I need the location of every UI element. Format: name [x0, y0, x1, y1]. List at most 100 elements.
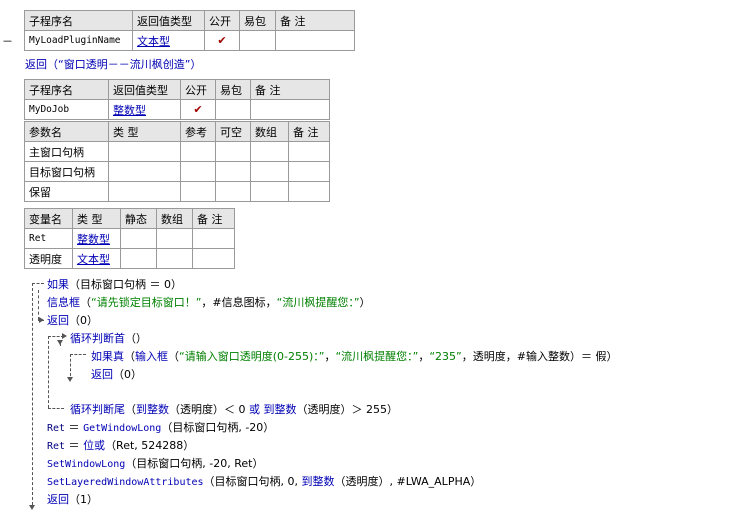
code-line-setwindowlong[interactable]: SetWindowLong（目标窗口句柄, -20, Ret） [47, 455, 263, 471]
collapse-marker[interactable]: － [2, 33, 13, 49]
function-name: 到整数 [263, 403, 297, 416]
keyword-if: 如果 [47, 278, 69, 291]
return-type-cell[interactable]: 整数型 [108, 99, 181, 120]
code-line-if-true[interactable]: 如果真（输入框（“请输入窗口透明度(0-255)：”，“流川枫提醒您：”，“23… [91, 348, 617, 364]
condition: （目标窗口句柄 ＝ 0） [69, 278, 182, 291]
subroutine-table-1: 子程序名 返回值类型 公开 易包 备 注 MyLoadPluginName 文本… [24, 10, 355, 51]
var-type-cell[interactable]: 文本型 [72, 248, 121, 269]
param-name-cell[interactable]: 主窗口句柄 [24, 141, 109, 162]
keyword-return: 返回 [91, 368, 113, 381]
args: （透明度）＞ 255） [296, 403, 399, 416]
header-sub-name: 子程序名 [24, 79, 109, 100]
punct: （ [168, 350, 179, 363]
flow-line [38, 290, 39, 320]
var-name-cell[interactable]: Ret [24, 228, 73, 249]
function-name: SetWindowLong [47, 459, 126, 470]
header-return-type: 返回值类型 [132, 10, 205, 31]
header-var-array: 数组 [156, 208, 193, 229]
param-array-cell[interactable] [250, 181, 289, 202]
param-ref-cell[interactable] [180, 141, 216, 162]
function-name: SetLayeredWindowAttributes [47, 477, 204, 488]
var-remark-cell[interactable] [192, 228, 235, 249]
param-array-cell[interactable] [250, 141, 289, 162]
args: （Ret, 524288） [105, 439, 195, 452]
flow-line [48, 408, 64, 409]
param-nullable-cell[interactable] [215, 141, 251, 162]
param-remark-cell[interactable] [288, 141, 330, 162]
function-name: 信息框 [47, 296, 80, 309]
param-type-cell[interactable] [108, 181, 181, 202]
public-check-icon[interactable]: ✔ [180, 99, 216, 120]
flow-line [70, 354, 71, 376]
var-type-cell[interactable]: 整数型 [72, 228, 121, 249]
header-remark: 备 注 [250, 79, 330, 100]
param-name-cell[interactable]: 目标窗口句柄 [24, 161, 109, 182]
param-remark-cell[interactable] [288, 181, 330, 202]
param-type-cell[interactable] [108, 141, 181, 162]
sub-name-cell[interactable]: MyDoJob [24, 99, 109, 120]
punct: ） [359, 296, 371, 309]
param-ref-cell[interactable] [180, 161, 216, 182]
subroutine-table-2: 子程序名 返回值类型 公开 易包 备 注 MyDoJob 整数型 ✔ [24, 79, 330, 120]
header-return-type: 返回值类型 [108, 79, 181, 100]
var-array-cell[interactable] [156, 228, 193, 249]
sub-name-cell[interactable]: MyLoadPluginName [24, 30, 133, 51]
code-line-if[interactable]: 如果（目标窗口句柄 ＝ 0） [47, 276, 182, 292]
code-line-loop-start[interactable]: 循环判断首（） [70, 330, 147, 346]
function-name: 到整数 [136, 403, 169, 416]
code-line-bitor[interactable]: Ret ＝ 位或（Ret, 524288） [47, 437, 194, 453]
var-name-cell[interactable]: 透明度 [24, 248, 73, 269]
code-line-setlayered[interactable]: SetLayeredWindowAttributes（目标窗口句柄, 0, 到整… [47, 473, 481, 489]
header-param-type: 类 型 [108, 121, 181, 142]
header-public: 公开 [204, 10, 240, 31]
args: （0） [113, 368, 142, 381]
keyword-return: 返回 [47, 493, 69, 506]
function-name: GetWindowLong [83, 423, 162, 434]
code-line-return[interactable]: 返回（0） [47, 312, 98, 328]
easy-pkg-cell[interactable] [215, 99, 251, 120]
header-param-name: 参数名 [24, 121, 109, 142]
header-remark: 备 注 [275, 10, 355, 31]
args: ，#信息图标， [201, 296, 277, 309]
param-nullable-cell[interactable] [215, 181, 251, 202]
params-table: 参数名 类 型 参考 可空 数组 备 注 主窗口句柄 目标窗口句柄 保留 [24, 121, 330, 202]
punct: ， [418, 350, 430, 363]
args: （） [125, 332, 147, 345]
args: （目标窗口句柄, 0, [203, 475, 302, 488]
header-param-nullable: 可空 [215, 121, 251, 142]
code-line-loop-end[interactable]: 循环判断尾（到整数（透明度）＜ 0 或 到整数（透明度）＞ 255） [70, 401, 398, 417]
easy-pkg-cell[interactable] [239, 30, 276, 51]
variable: Ret [47, 441, 66, 452]
operator: ＝ [65, 439, 84, 452]
param-type-cell[interactable] [108, 161, 181, 182]
code-line-getwindowlong[interactable]: Ret ＝ GetWindowLong（目标窗口句柄, -20） [47, 419, 274, 435]
param-array-cell[interactable] [250, 161, 289, 182]
args: ，透明度，#输入整数）＝ 假） [461, 350, 618, 363]
function-name: 输入框 [135, 350, 168, 363]
var-remark-cell[interactable] [192, 248, 235, 269]
remark-cell[interactable] [250, 99, 330, 120]
header-param-remark: 备 注 [288, 121, 330, 142]
var-array-cell[interactable] [156, 248, 193, 269]
param-remark-cell[interactable] [288, 161, 330, 182]
punct: （ [125, 403, 136, 416]
flow-arrow-icon [67, 377, 73, 382]
var-static-cell[interactable] [120, 228, 157, 249]
code-line-return-inner[interactable]: 返回（0） [91, 366, 142, 382]
header-param-array: 数组 [250, 121, 289, 142]
flow-line [60, 340, 61, 346]
punct: ， [324, 350, 336, 363]
return-type-cell[interactable]: 文本型 [132, 30, 205, 51]
punct: （ [124, 350, 135, 363]
args: （目标窗口句柄, -20, Ret） [125, 457, 264, 470]
code-line-msgbox[interactable]: 信息框（“请先锁定目标窗口！”，#信息图标，“流川枫提醒您：”） [47, 294, 371, 310]
param-nullable-cell[interactable] [215, 161, 251, 182]
code-line-return-final[interactable]: 返回（1） [47, 491, 98, 507]
return-line-1[interactable]: 返回（“窗口透明－－流川枫创造”） [25, 56, 201, 72]
public-check-icon[interactable]: ✔ [204, 30, 240, 51]
param-ref-cell[interactable] [180, 181, 216, 202]
string-literal: “流川枫提醒您：” [276, 296, 360, 309]
param-name-cell[interactable]: 保留 [24, 181, 109, 202]
var-static-cell[interactable] [120, 248, 157, 269]
remark-cell[interactable] [275, 30, 355, 51]
